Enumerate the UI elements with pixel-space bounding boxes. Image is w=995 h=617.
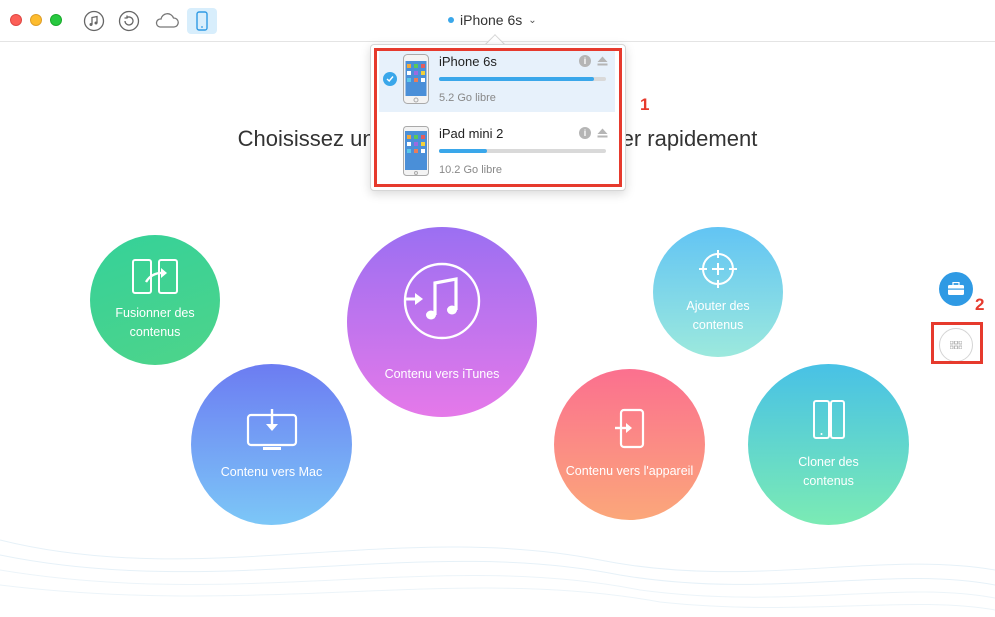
- phone-icon: [196, 11, 208, 31]
- shortcut-label: Ajouter des contenus: [686, 299, 750, 332]
- zoom-window-button[interactable]: [50, 14, 62, 26]
- itunes-transfer-icon: [403, 262, 481, 339]
- content-to-device-shortcut[interactable]: Contenu vers l'appareil: [554, 369, 705, 520]
- annotation-number-1: 1: [640, 95, 650, 114]
- shortcut-label: Cloner des contenus: [798, 454, 859, 488]
- annotation-number-2: 2: [975, 295, 985, 314]
- chevron-down-icon: ⌄: [528, 14, 537, 26]
- content-to-mac-shortcut[interactable]: Contenu vers Mac: [191, 364, 352, 525]
- device-manager-button[interactable]: [187, 8, 217, 34]
- annotation-highlight-2: [931, 322, 983, 364]
- itunes-library-button[interactable]: [81, 8, 107, 34]
- phone-import-icon: [614, 409, 644, 449]
- content-to-itunes-shortcut[interactable]: Contenu vers iTunes: [347, 227, 537, 417]
- toolkit-button[interactable]: [939, 272, 973, 306]
- icloud-button[interactable]: [152, 8, 182, 34]
- clone-phones-icon: [812, 399, 845, 439]
- shortcut-label: Contenu vers iTunes: [384, 366, 500, 381]
- computer-icon: [246, 409, 297, 451]
- merge-icon: [132, 259, 178, 295]
- merge-content-shortcut[interactable]: Fusionner des contenus: [90, 235, 220, 365]
- clone-content-shortcut[interactable]: Cloner des contenus: [748, 364, 909, 525]
- minimize-window-button[interactable]: [30, 14, 42, 26]
- connected-indicator: [448, 17, 454, 23]
- toolbox-icon: [948, 282, 964, 295]
- cloud-icon: [155, 13, 179, 28]
- music-note-icon: [83, 10, 105, 32]
- device-selector[interactable]: iPhone 6s ⌄: [448, 12, 537, 28]
- shortcut-label: Fusionner des contenus: [115, 306, 195, 339]
- restore-icon: [118, 10, 140, 32]
- shortcut-label: Contenu vers l'appareil: [565, 464, 694, 479]
- add-target-icon: [699, 250, 737, 289]
- device-title-label: iPhone 6s: [460, 12, 523, 28]
- annotation-highlight-1: [374, 48, 622, 187]
- backup-restore-button[interactable]: [116, 8, 142, 34]
- add-content-shortcut[interactable]: Ajouter des contenus: [653, 227, 783, 357]
- shortcut-label: Contenu vers Mac: [220, 465, 323, 480]
- close-window-button[interactable]: [10, 14, 22, 26]
